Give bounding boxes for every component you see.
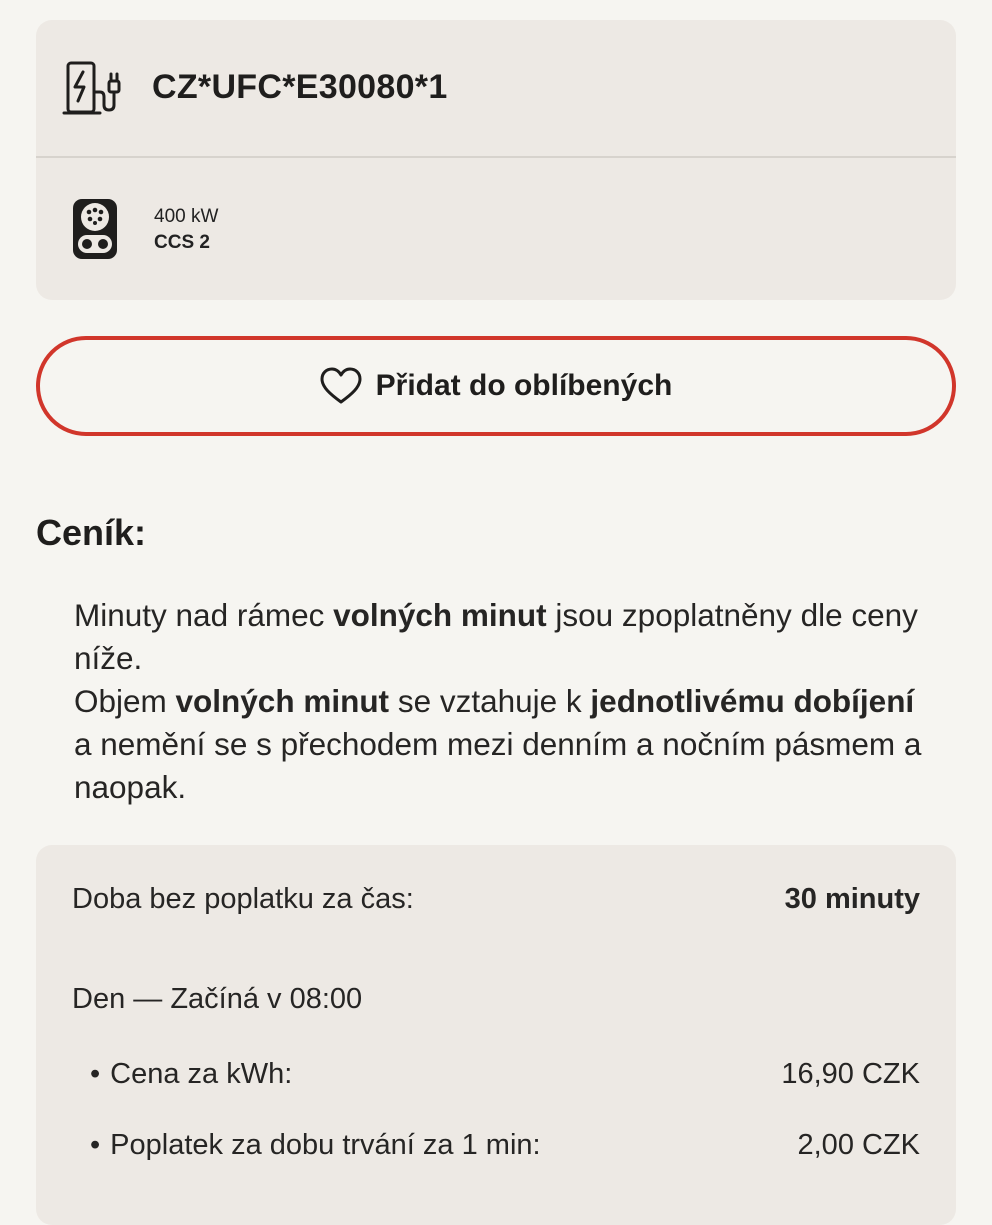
pricing-info-paragraph-2: Objem volných minut se vztahuje k jednot… [74, 683, 922, 805]
minute-fee-value: 2,00 CZK [797, 1129, 921, 1161]
price-card: Doba bez poplatku za čas: 30 minuty Den … [36, 845, 956, 1225]
heart-icon [320, 367, 362, 404]
bullet: • [90, 1058, 101, 1090]
connector-power: 400 kW [154, 206, 219, 227]
pricing-title: Ceník: [36, 512, 147, 553]
bullet: • [90, 1129, 101, 1161]
station-row: CZ*UFC*E30080*1 [36, 20, 956, 158]
minute-fee-label: Poplatek za dobu trvání za 1 min: [110, 1129, 541, 1161]
add-to-favorites-label: Přidat do oblíbených [375, 369, 673, 402]
connector-row: 400 kW CCS 2 [36, 158, 956, 300]
free-time-label: Doba bez poplatku za čas: [72, 883, 414, 915]
free-time-value: 30 minuty [784, 883, 920, 915]
connector-type: CCS 2 [154, 232, 210, 253]
kwh-price-value: 16,90 CZK [781, 1058, 920, 1090]
ev-charger-icon [62, 61, 121, 115]
ccs2-connector-icon [73, 199, 117, 259]
kwh-price-label: Cena za kWh: [110, 1058, 293, 1090]
pricing-info-paragraph-1: Minuty nad rámec volných minut jsou zpop… [74, 597, 918, 676]
add-to-favorites-button[interactable]: Přidat do oblíbených [36, 336, 956, 436]
pricing-info: Minuty nad rámec volných minut jsou zpop… [74, 594, 934, 809]
station-id: CZ*UFC*E30080*1 [152, 68, 448, 106]
station-card: CZ*UFC*E30080*1 400 kW CCS 2 [36, 20, 956, 300]
